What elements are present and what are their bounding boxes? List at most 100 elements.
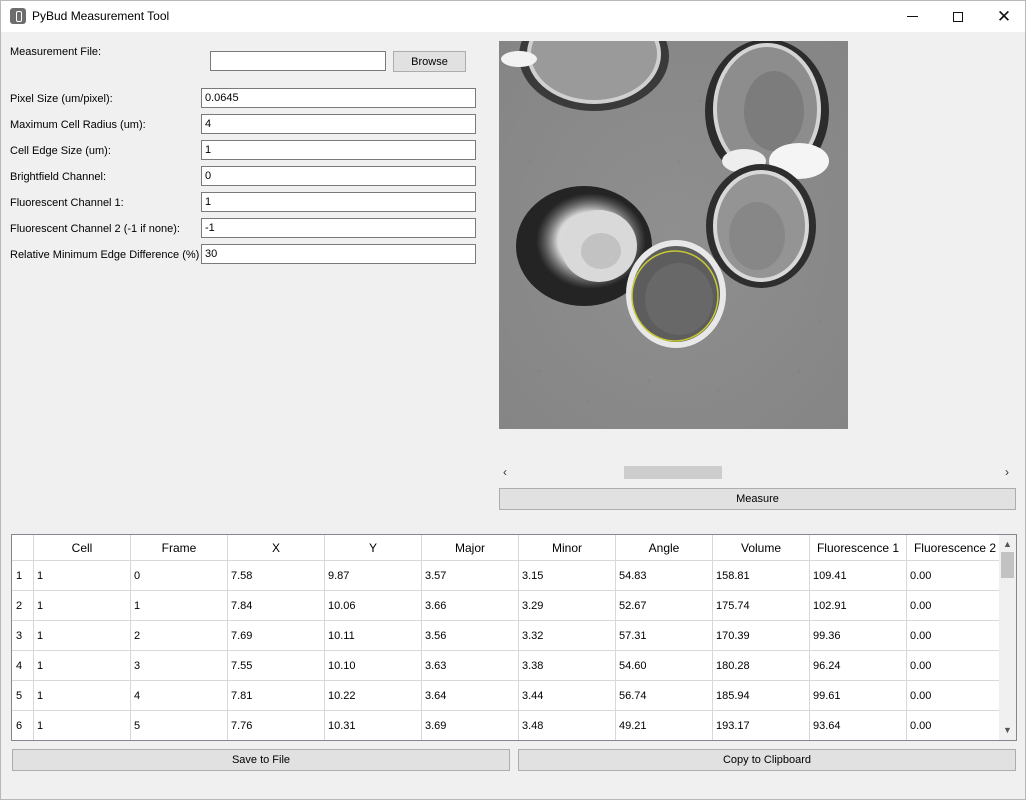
save-to-file-button[interactable]: Save to File bbox=[12, 749, 510, 771]
column-header-volume[interactable]: Volume bbox=[713, 535, 810, 561]
close-button[interactable]: ✕ bbox=[981, 1, 1026, 32]
fluorescent-channel-2-field[interactable]: -1 bbox=[201, 218, 476, 238]
table-row[interactable]: 5 1 4 7.81 10.22 3.64 3.44 56.74 185.94 … bbox=[12, 681, 1004, 711]
table-cell[interactable]: 99.36 bbox=[810, 621, 907, 651]
table-cell[interactable]: 9.87 bbox=[325, 561, 422, 591]
table-cell[interactable]: 180.28 bbox=[713, 651, 810, 681]
table-row[interactable]: 3 1 2 7.69 10.11 3.56 3.32 57.31 170.39 … bbox=[12, 621, 1004, 651]
table-cell[interactable]: 10.22 bbox=[325, 681, 422, 711]
table-cell[interactable]: 7.84 bbox=[228, 591, 325, 621]
table-cell[interactable]: 3.57 bbox=[422, 561, 519, 591]
table-cell[interactable]: 10.31 bbox=[325, 711, 422, 740]
table-cell[interactable]: 0.00 bbox=[907, 651, 1004, 681]
table-cell[interactable]: 0.00 bbox=[907, 621, 1004, 651]
table-cell[interactable]: 2 bbox=[131, 621, 228, 651]
table-cell[interactable]: 7.58 bbox=[228, 561, 325, 591]
column-header-x[interactable]: X bbox=[228, 535, 325, 561]
table-cell[interactable]: 3.38 bbox=[519, 651, 616, 681]
column-header-cell[interactable]: Cell bbox=[34, 535, 131, 561]
table-cell[interactable]: 1 bbox=[131, 591, 228, 621]
row-header[interactable]: 4 bbox=[12, 651, 34, 681]
table-cell[interactable]: 3.29 bbox=[519, 591, 616, 621]
column-header-major[interactable]: Major bbox=[422, 535, 519, 561]
table-cell[interactable]: 0 bbox=[131, 561, 228, 591]
row-header[interactable]: 1 bbox=[12, 561, 34, 591]
table-cell[interactable]: 57.31 bbox=[616, 621, 713, 651]
table-cell[interactable]: 0.00 bbox=[907, 561, 1004, 591]
table-cell[interactable]: 158.81 bbox=[713, 561, 810, 591]
column-header-fluorescence-2[interactable]: Fluorescence 2 bbox=[907, 535, 1004, 561]
table-cell[interactable]: 1 bbox=[34, 681, 131, 711]
row-header[interactable]: 2 bbox=[12, 591, 34, 621]
column-header-angle[interactable]: Angle bbox=[616, 535, 713, 561]
microscopy-image[interactable] bbox=[499, 41, 848, 429]
cell-edge-size-field[interactable]: 1 bbox=[201, 140, 476, 160]
table-row[interactable]: 6 1 5 7.76 10.31 3.69 3.48 49.21 193.17 … bbox=[12, 711, 1004, 740]
table-row[interactable]: 4 1 3 7.55 10.10 3.63 3.38 54.60 180.28 … bbox=[12, 651, 1004, 681]
table-cell[interactable]: 3.44 bbox=[519, 681, 616, 711]
copy-to-clipboard-button[interactable]: Copy to Clipboard bbox=[518, 749, 1016, 771]
image-horizontal-scrollbar[interactable]: ‹ › bbox=[499, 463, 1017, 482]
table-cell[interactable]: 3.48 bbox=[519, 711, 616, 740]
minimize-button[interactable] bbox=[889, 1, 935, 32]
scroll-up-icon[interactable]: ▲ bbox=[1003, 539, 1012, 549]
table-cell[interactable]: 1 bbox=[34, 561, 131, 591]
brightfield-channel-field[interactable]: 0 bbox=[201, 166, 476, 186]
column-header-y[interactable]: Y bbox=[325, 535, 422, 561]
table-vertical-scrollbar[interactable]: ▲ ▼ bbox=[999, 535, 1016, 740]
table-row[interactable]: 2 1 1 7.84 10.06 3.66 3.29 52.67 175.74 … bbox=[12, 591, 1004, 621]
row-header[interactable]: 6 bbox=[12, 711, 34, 740]
table-cell[interactable]: 3.32 bbox=[519, 621, 616, 651]
table-cell[interactable]: 5 bbox=[131, 711, 228, 740]
table-cell[interactable]: 3.64 bbox=[422, 681, 519, 711]
table-cell[interactable]: 185.94 bbox=[713, 681, 810, 711]
scroll-thumb[interactable] bbox=[624, 466, 722, 479]
scroll-thumb[interactable] bbox=[1001, 552, 1014, 578]
table-cell[interactable]: 1 bbox=[34, 651, 131, 681]
row-header[interactable]: 3 bbox=[12, 621, 34, 651]
fluorescent-channel-1-field[interactable]: 1 bbox=[201, 192, 476, 212]
table-cell[interactable]: 7.81 bbox=[228, 681, 325, 711]
table-cell[interactable]: 10.11 bbox=[325, 621, 422, 651]
table-row[interactable]: 1 1 0 7.58 9.87 3.57 3.15 54.83 158.81 1… bbox=[12, 561, 1004, 591]
table-cell[interactable]: 109.41 bbox=[810, 561, 907, 591]
max-cell-radius-field[interactable]: 4 bbox=[201, 114, 476, 134]
row-header[interactable]: 5 bbox=[12, 681, 34, 711]
pixel-size-field[interactable]: 0.0645 bbox=[201, 88, 476, 108]
table-cell[interactable]: 1 bbox=[34, 711, 131, 740]
table-cell[interactable]: 175.74 bbox=[713, 591, 810, 621]
table-cell[interactable]: 54.60 bbox=[616, 651, 713, 681]
table-cell[interactable]: 54.83 bbox=[616, 561, 713, 591]
table-cell[interactable]: 3.69 bbox=[422, 711, 519, 740]
table-cell[interactable]: 193.17 bbox=[713, 711, 810, 740]
table-cell[interactable]: 10.10 bbox=[325, 651, 422, 681]
table-cell[interactable]: 3.15 bbox=[519, 561, 616, 591]
table-cell[interactable]: 3.63 bbox=[422, 651, 519, 681]
table-cell[interactable]: 0.00 bbox=[907, 711, 1004, 740]
table-cell[interactable]: 0.00 bbox=[907, 681, 1004, 711]
table-cell[interactable]: 4 bbox=[131, 681, 228, 711]
table-cell[interactable]: 56.74 bbox=[616, 681, 713, 711]
table-cell[interactable]: 1 bbox=[34, 591, 131, 621]
table-cell[interactable]: 93.64 bbox=[810, 711, 907, 740]
maximize-button[interactable] bbox=[935, 1, 981, 32]
table-cell[interactable]: 49.21 bbox=[616, 711, 713, 740]
column-header-frame[interactable]: Frame bbox=[131, 535, 228, 561]
measure-button[interactable]: Measure bbox=[499, 488, 1016, 510]
results-table[interactable]: Cell Frame X Y Major Minor Angle Volume … bbox=[11, 534, 1017, 741]
table-cell[interactable]: 3 bbox=[131, 651, 228, 681]
table-cell[interactable]: 3.66 bbox=[422, 591, 519, 621]
table-cell[interactable]: 7.69 bbox=[228, 621, 325, 651]
table-cell[interactable]: 10.06 bbox=[325, 591, 422, 621]
table-cell[interactable]: 96.24 bbox=[810, 651, 907, 681]
table-cell[interactable]: 170.39 bbox=[713, 621, 810, 651]
table-cell[interactable]: 7.76 bbox=[228, 711, 325, 740]
table-cell[interactable]: 1 bbox=[34, 621, 131, 651]
table-cell[interactable]: 102.91 bbox=[810, 591, 907, 621]
scroll-right-icon[interactable]: › bbox=[1005, 465, 1009, 479]
table-cell[interactable]: 7.55 bbox=[228, 651, 325, 681]
table-cell[interactable]: 99.61 bbox=[810, 681, 907, 711]
measurement-file-input[interactable] bbox=[210, 51, 386, 71]
scroll-down-icon[interactable]: ▼ bbox=[1003, 725, 1012, 735]
min-edge-difference-field[interactable]: 30 bbox=[201, 244, 476, 264]
